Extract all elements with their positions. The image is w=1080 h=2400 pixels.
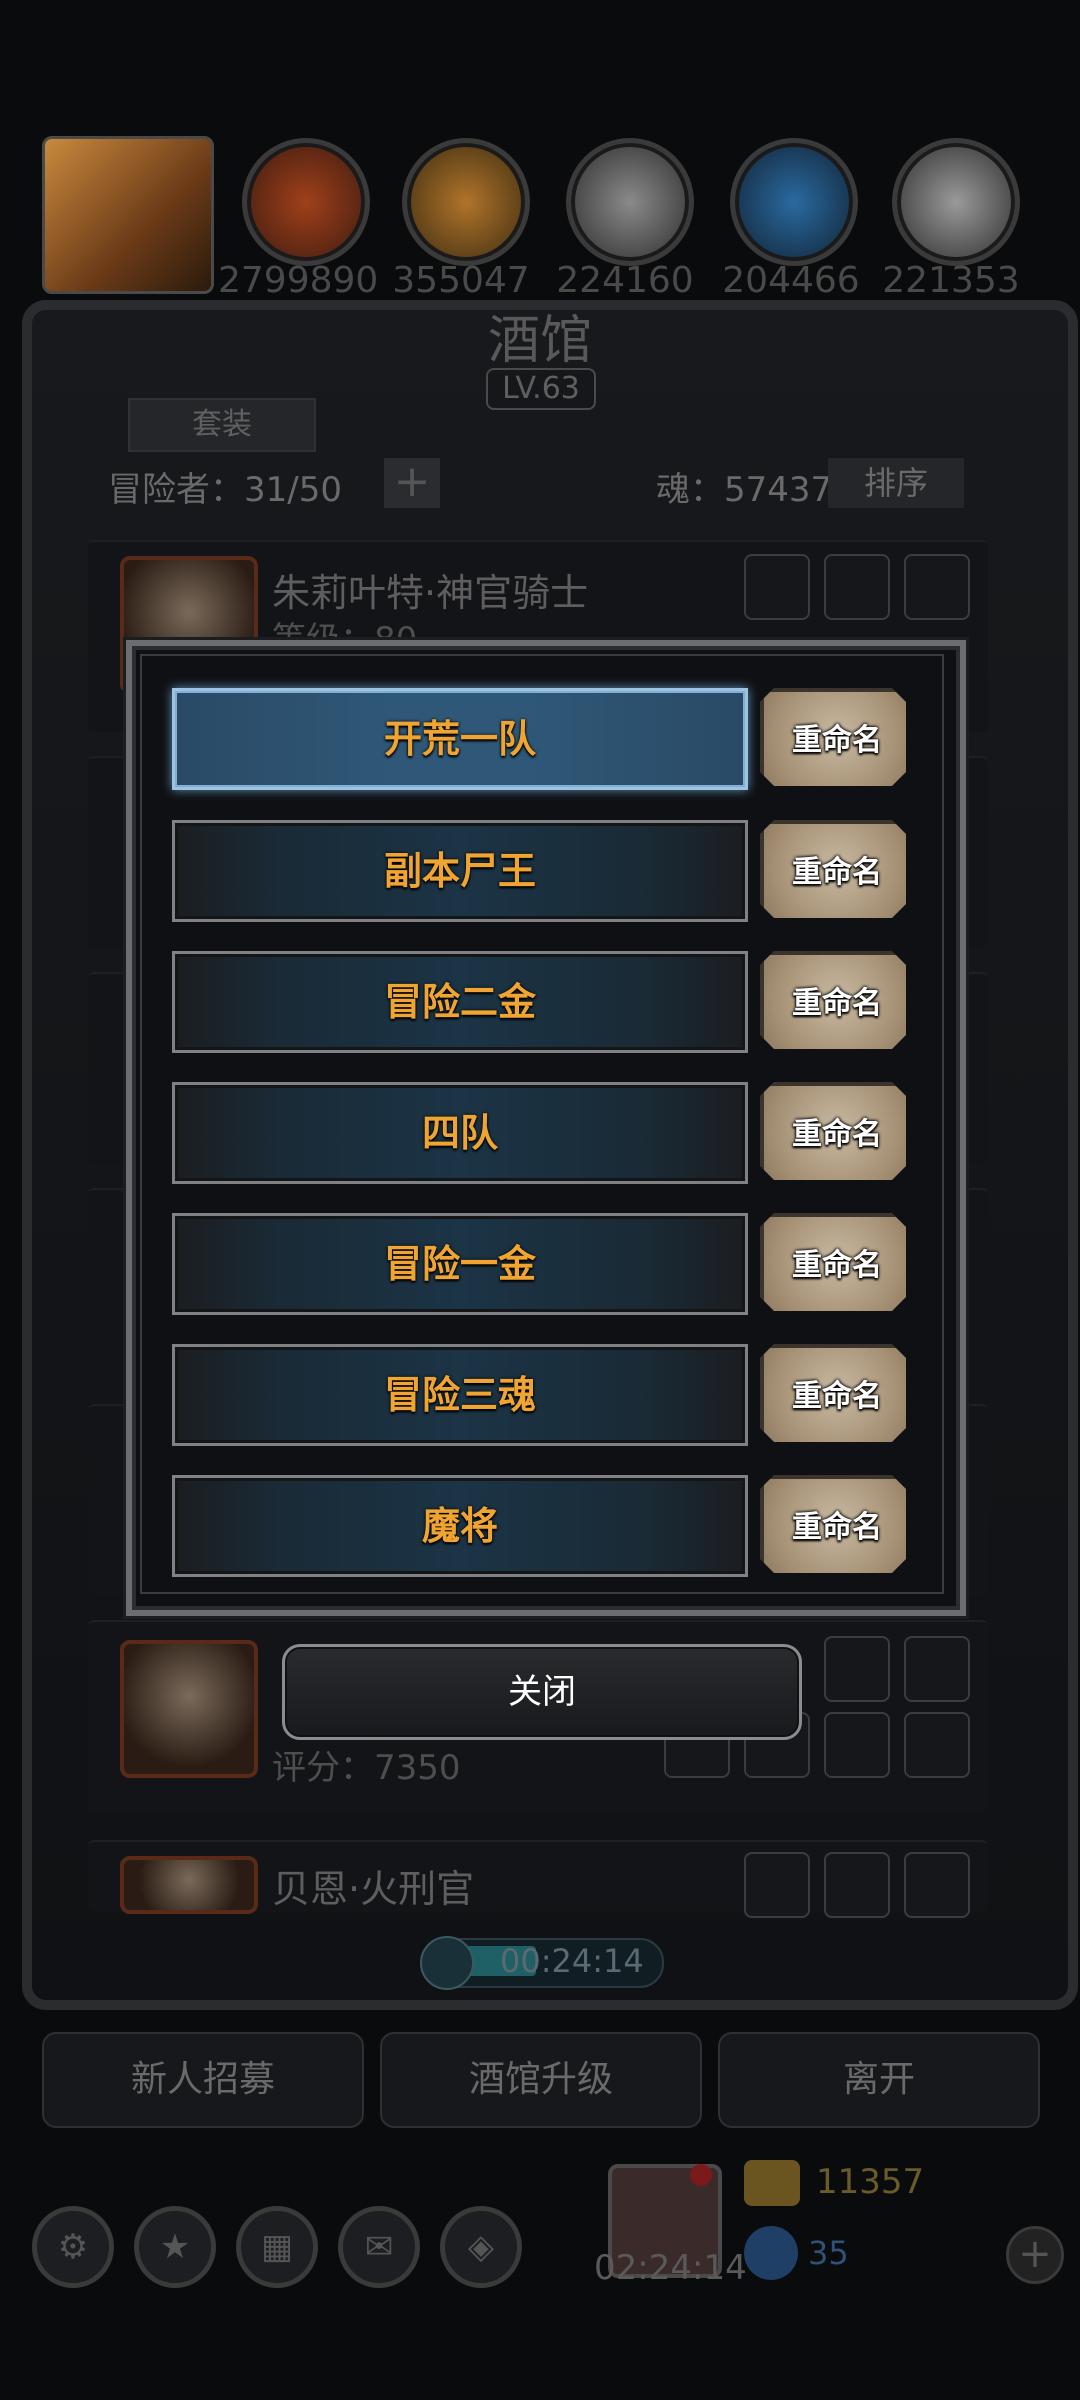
settings-icon[interactable]: ⚙: [32, 2206, 114, 2288]
set-button[interactable]: 套装: [128, 398, 316, 452]
rename-label: 重命名: [792, 855, 882, 890]
team-row-selected[interactable]: 开荒一队: [172, 688, 748, 790]
steel-value: 221353: [882, 260, 1020, 301]
gold-value: 11357: [816, 2162, 925, 2202]
refresh-timer-text: 00:24:14: [500, 1942, 644, 1980]
rename-button[interactable]: 重命名: [760, 1082, 906, 1180]
star-icon[interactable]: ★: [134, 2206, 216, 2288]
rename-button[interactable]: 重命名: [760, 820, 906, 918]
equip-slot[interactable]: [744, 554, 810, 620]
gem-icon: [744, 2226, 798, 2280]
notification-dot: [690, 2164, 712, 2186]
team-row[interactable]: 魔将: [172, 1475, 748, 1577]
wood-icon: [402, 138, 530, 266]
leave-button[interactable]: 离开: [718, 2032, 1040, 2128]
recruit-button[interactable]: 新人招募: [42, 2032, 364, 2128]
adventurer-portrait: [120, 1640, 258, 1778]
adventurer-score: 评分：7350: [272, 1748, 461, 1788]
tavern-title: 酒馆: [487, 311, 592, 371]
rename-button[interactable]: 重命名: [760, 951, 906, 1049]
crystal-value: 204466: [722, 260, 860, 301]
team-row[interactable]: 冒险二金: [172, 951, 748, 1053]
tavern-level: LV.63: [486, 368, 596, 410]
team-row[interactable]: 副本尸王: [172, 820, 748, 922]
iron-value: 224160: [556, 260, 694, 301]
equip-slot[interactable]: [824, 1852, 890, 1918]
rename-label: 重命名: [792, 1379, 882, 1414]
equip-slot[interactable]: [904, 1636, 970, 1702]
rename-button[interactable]: 重命名: [760, 1213, 906, 1311]
building-icon[interactable]: ▦: [236, 2206, 318, 2288]
wood-value: 355047: [392, 260, 530, 301]
steel-icon: [892, 138, 1020, 266]
equip-slot[interactable]: [824, 1712, 890, 1778]
team-row[interactable]: 冒险一金: [172, 1213, 748, 1315]
equip-slot[interactable]: [904, 554, 970, 620]
team-name: 开荒一队: [383, 717, 536, 761]
team-name: 副本尸王: [383, 849, 536, 893]
equip-slot[interactable]: [904, 1712, 970, 1778]
rename-label: 重命名: [792, 986, 882, 1021]
meat-value: 2799890: [218, 260, 379, 301]
iron-icon: [566, 138, 694, 266]
bag-icon[interactable]: ◈: [440, 2206, 522, 2288]
gold-icon: [744, 2160, 800, 2206]
mail-icon[interactable]: ✉: [338, 2206, 420, 2288]
team-name: 冒险一金: [383, 1242, 536, 1286]
rename-label: 重命名: [792, 1248, 882, 1283]
crystal-icon: [730, 138, 858, 266]
upgrade-tavern-button[interactable]: 酒馆升级: [380, 2032, 702, 2128]
adventurer-name: 贝恩·火刑官: [272, 1867, 475, 1911]
equip-slot[interactable]: [904, 1852, 970, 1918]
player-avatar[interactable]: [42, 136, 214, 294]
rename-button[interactable]: 重命名: [760, 688, 906, 786]
adventurer-name: 朱莉叶特·神官骑士: [272, 571, 589, 615]
team-name: 冒险三魂: [383, 1373, 536, 1417]
team-name: 魔将: [421, 1504, 498, 1548]
rename-label: 重命名: [792, 1510, 882, 1545]
team-name: 冒险二金: [383, 980, 536, 1024]
team-name: 四队: [421, 1111, 498, 1155]
close-button[interactable]: 关闭: [282, 1644, 802, 1740]
equip-slot[interactable]: [824, 1636, 890, 1702]
team-row[interactable]: 四队: [172, 1082, 748, 1184]
rename-label: 重命名: [792, 1117, 882, 1152]
sort-button[interactable]: 排序: [828, 458, 964, 508]
expand-slots-button[interactable]: +: [384, 458, 440, 508]
rename-label: 重命名: [792, 723, 882, 758]
rename-button[interactable]: 重命名: [760, 1475, 906, 1573]
close-label: 关闭: [508, 1672, 576, 1712]
adventurer-count: 冒险者：31/50: [108, 470, 342, 510]
equip-slot[interactable]: [824, 554, 890, 620]
rename-button[interactable]: 重命名: [760, 1344, 906, 1442]
gem-value: 35: [808, 2234, 849, 2272]
meat-icon: [242, 138, 370, 266]
adventurer-portrait: [120, 1856, 258, 1914]
equip-slot[interactable]: [744, 1852, 810, 1918]
clock-icon: [420, 1936, 474, 1990]
gift-timer: 02:24:14: [594, 2248, 747, 2288]
add-gems-button[interactable]: +: [1006, 2226, 1064, 2284]
soul-count: 魂：57437: [656, 470, 833, 510]
team-row[interactable]: 冒险三魂: [172, 1344, 748, 1446]
